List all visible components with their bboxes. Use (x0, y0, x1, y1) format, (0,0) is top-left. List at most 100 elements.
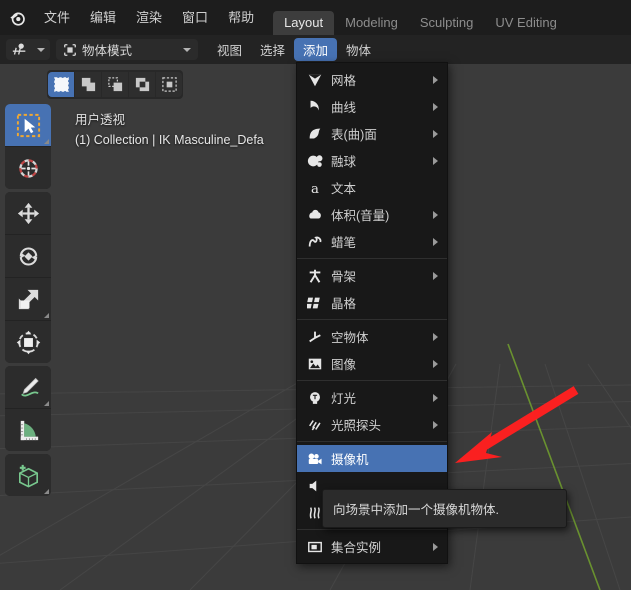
camera-tooltip: 向场景中添加一个摄像机物体. (322, 489, 567, 528)
editor-type-3d-viewport-icon (12, 43, 26, 55)
menu-item-label: 光照探头 (331, 419, 382, 433)
toolbar-group-annotate (5, 366, 51, 451)
menu-item-mesh[interactable]: 网格 (297, 66, 447, 93)
viewport-header-menus: 视图 选择 添加 物体 (208, 35, 380, 64)
transform-icon (16, 330, 40, 354)
annotate-pencil-icon (20, 377, 39, 396)
tool-rotate[interactable] (5, 235, 51, 278)
scale-icon (18, 289, 38, 309)
menu-item-label: 蜡笔 (331, 236, 357, 250)
surface-icon (303, 124, 327, 144)
menu-item-text[interactable]: a 文本 (297, 174, 447, 201)
menu-item-collection-instance[interactable]: 集合实例 (297, 533, 447, 560)
submenu-arrow-icon (433, 359, 438, 368)
blender-logo-icon[interactable] (0, 0, 34, 35)
menu-item-volume[interactable]: 体积(音量) (297, 201, 447, 228)
tool-measure[interactable] (5, 409, 51, 451)
topbar-menu-file[interactable]: 文件 (34, 0, 80, 35)
viewport-header: 物体模式 视图 选择 添加 物体 (0, 35, 631, 64)
menu-separator (297, 441, 447, 442)
menu-item-lattice[interactable]: 晶格 (297, 289, 447, 316)
menu-item-label: 空物体 (331, 331, 369, 345)
menu-item-label: 融球 (331, 155, 357, 169)
menu-item-light-probe[interactable]: 光照探头 (297, 411, 447, 438)
tool-add-cube[interactable] (5, 454, 51, 496)
tab-modeling[interactable]: Modeling (334, 11, 409, 35)
select-mode-toggle-group (47, 70, 183, 99)
object-mode-label: 物体模式 (82, 44, 133, 58)
text-a-icon: a (303, 178, 327, 198)
menu-item-surface[interactable]: 表(曲)面 (297, 120, 447, 147)
menu-item-grease-pencil[interactable]: 蜡笔 (297, 228, 447, 255)
menu-item-camera[interactable]: 摄像机 (297, 445, 447, 472)
tab-layout[interactable]: Layout (273, 11, 335, 35)
toolbar-group-add (5, 454, 51, 496)
measure-ruler-icon (20, 420, 38, 440)
tool-scale[interactable] (5, 278, 51, 321)
submenu-arrow-icon (433, 420, 438, 429)
camera-icon (303, 449, 327, 469)
submenu-arrow-icon (433, 237, 438, 246)
light-bulb-icon (303, 388, 327, 408)
header-menu-object[interactable]: 物体 (337, 38, 380, 61)
blender-window: 用户透视 (1) Collection | IK Masculine_Defa … (0, 0, 631, 590)
chevron-down-icon (183, 47, 191, 52)
header-menu-view[interactable]: 视图 (208, 38, 251, 61)
menu-item-curve[interactable]: 曲线 (297, 93, 447, 120)
light-probe-icon (303, 415, 327, 435)
menu-item-image[interactable]: 图像 (297, 350, 447, 377)
collection-instance-icon (303, 537, 327, 557)
viewport-toolbar (5, 104, 51, 496)
tool-expand-corner[interactable] (44, 313, 49, 318)
tool-transform[interactable] (5, 321, 51, 363)
menu-item-label: 曲线 (331, 101, 357, 115)
menu-separator (297, 529, 447, 530)
tool-expand-corner[interactable] (44, 401, 49, 406)
tool-expand-corner[interactable] (44, 139, 49, 144)
object-mode-selector[interactable]: 物体模式 (56, 39, 198, 60)
submenu-arrow-icon (433, 156, 438, 165)
select-subtract-button[interactable] (102, 72, 128, 97)
submenu-arrow-icon (433, 332, 438, 341)
add-cube-icon (18, 464, 38, 488)
header-menu-add[interactable]: 添加 (294, 38, 338, 61)
tool-move[interactable] (5, 192, 51, 235)
svg-text:a: a (311, 181, 319, 195)
select-extend-icon (81, 77, 95, 92)
menu-item-label: 灯光 (331, 392, 357, 406)
topbar-menu-edit[interactable]: 编辑 (80, 0, 126, 35)
editor-type-selector[interactable] (6, 39, 50, 60)
topbar-menu-window[interactable]: 窗口 (172, 0, 218, 35)
tab-sculpting[interactable]: Sculpting (409, 11, 484, 35)
menu-item-armature[interactable]: 骨架 (297, 262, 447, 289)
topbar-menu-help[interactable]: 帮助 (218, 0, 264, 35)
submenu-arrow-icon (433, 129, 438, 138)
topbar-menu-render[interactable]: 渲染 (126, 0, 172, 35)
image-icon (303, 354, 327, 374)
empty-axes-icon (303, 327, 327, 347)
menu-item-empty[interactable]: 空物体 (297, 323, 447, 350)
select-extend-button[interactable] (75, 72, 101, 97)
menu-separator (297, 380, 447, 381)
viewport-collection-label: (1) Collection | IK Masculine_Defa (75, 133, 264, 147)
select-invert-button[interactable] (129, 72, 155, 97)
armature-icon (303, 266, 327, 286)
tool-cursor[interactable] (5, 147, 51, 189)
topbar-menus: 文件 编辑 渲染 窗口 帮助 (34, 0, 264, 35)
menu-item-light[interactable]: 灯光 (297, 384, 447, 411)
select-set-button[interactable] (48, 72, 74, 97)
tooltip-text: 向场景中添加一个摄像机物体. (333, 503, 499, 517)
tool-expand-corner[interactable] (44, 489, 49, 494)
lattice-icon (303, 293, 327, 313)
select-intersect-button[interactable] (156, 72, 182, 97)
menu-item-metaball[interactable]: 融球 (297, 147, 447, 174)
menu-item-label: 网格 (331, 74, 357, 88)
workspace-tabs: Layout Modeling Sculpting UV Editing (273, 0, 568, 35)
menu-item-label: 晶格 (331, 297, 357, 311)
tool-tweak-select-box[interactable] (5, 104, 51, 147)
tab-uv-editing[interactable]: UV Editing (484, 11, 567, 35)
viewport-perspective-label: 用户透视 (75, 113, 126, 127)
header-menu-select[interactable]: 选择 (251, 38, 294, 61)
select-subtract-icon (107, 77, 122, 92)
tool-annotate[interactable] (5, 366, 51, 409)
